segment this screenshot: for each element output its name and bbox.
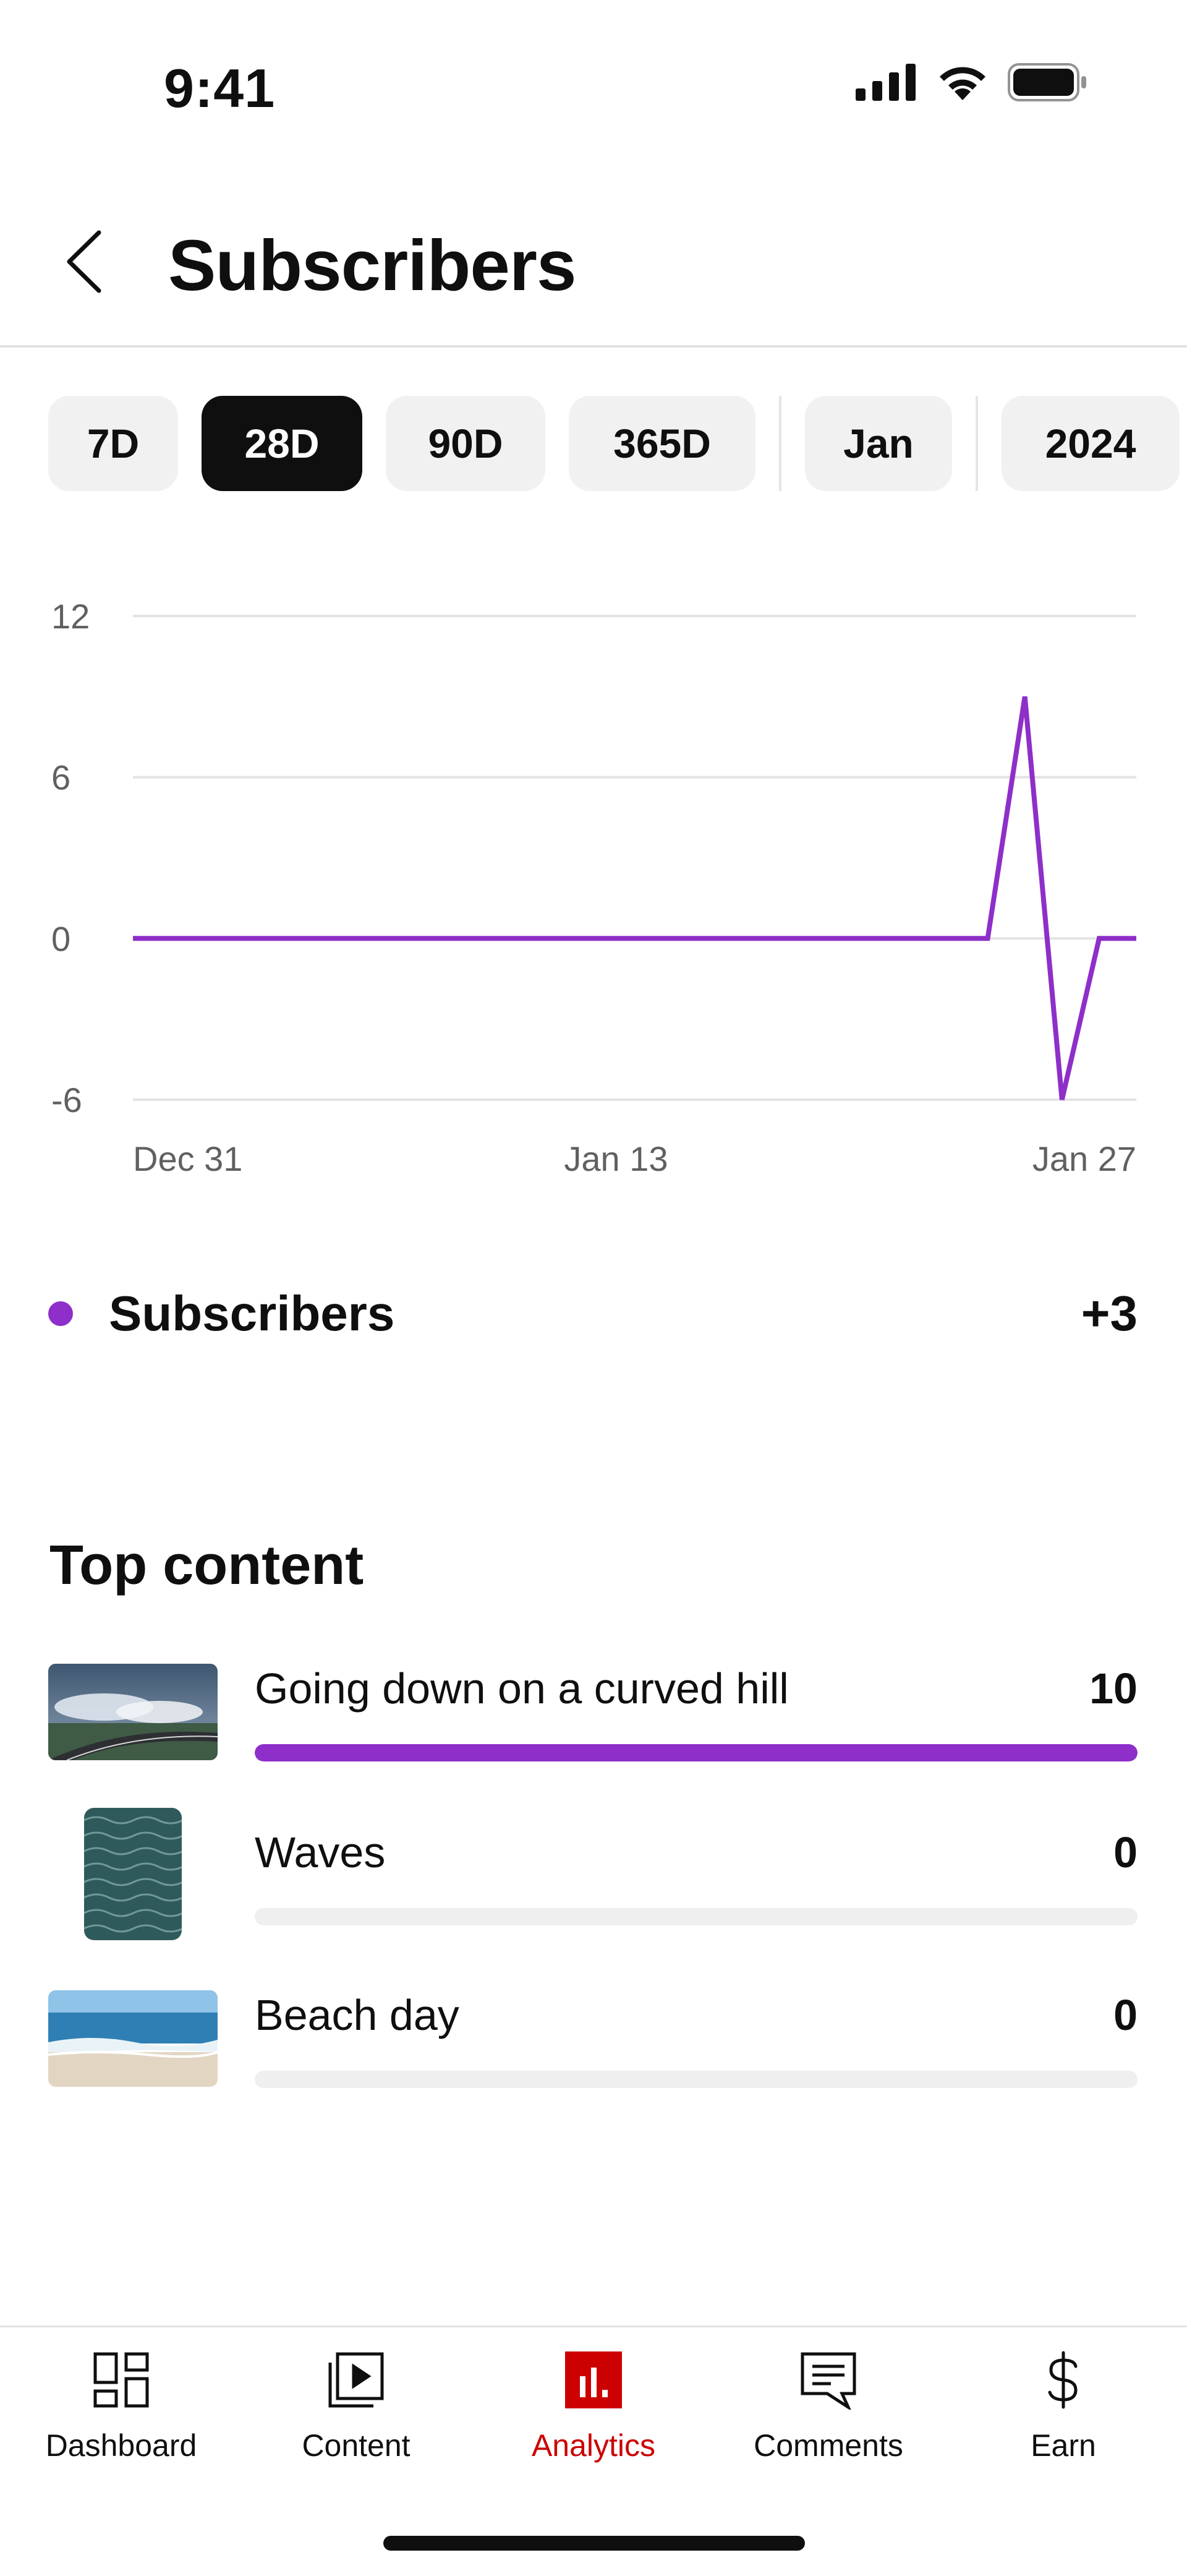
y-tick-label: 6 xyxy=(51,758,70,797)
chip-jan[interactable]: Jan xyxy=(805,396,952,491)
y-tick-label: 0 xyxy=(51,919,70,958)
video-thumbnail-beach xyxy=(48,1990,218,2087)
content-item[interactable]: Waves 0 xyxy=(48,1808,1138,1970)
content-icon xyxy=(322,2346,390,2414)
nav-item-dashboard[interactable]: Dashboard xyxy=(4,2346,239,2470)
content-item-value: 0 xyxy=(1113,1828,1138,1876)
nav-item-comments[interactable]: Comments xyxy=(711,2346,946,2470)
top-content-title: Top content xyxy=(49,1534,364,1596)
page-title: Subscribers xyxy=(168,225,577,306)
wifi-icon xyxy=(936,63,989,105)
status-bar: 9:41 xyxy=(0,0,1187,155)
content-item-bar-fill xyxy=(255,1744,1138,1761)
y-tick-label: 12 xyxy=(51,597,90,636)
content-item[interactable]: Beach day 0 xyxy=(48,1990,1138,2133)
dashboard-icon xyxy=(87,2346,155,2414)
chart-legend: Subscribers +3 xyxy=(48,1279,1138,1347)
content-item-value: 0 xyxy=(1113,1991,1138,2039)
content-item-bar xyxy=(255,2071,1138,2088)
legend-dot xyxy=(48,1301,73,1326)
content-item-title: Going down on a curved hill xyxy=(255,1664,789,1713)
cellular-signal-icon xyxy=(856,64,917,104)
page-header: Subscribers xyxy=(0,186,1187,346)
analytics-icon xyxy=(559,2346,628,2414)
content-item-bar xyxy=(255,1744,1138,1761)
period-chips: 7D 28D 90D 365D Jan 2024 xyxy=(48,396,1180,491)
nav-item-content[interactable]: Content xyxy=(239,2346,474,2470)
header-divider xyxy=(0,345,1187,348)
chip-divider xyxy=(779,396,781,491)
video-thumbnail-waves xyxy=(84,1808,182,1940)
subscribers-series-line xyxy=(133,696,1136,1100)
x-tick-label: Dec 31 xyxy=(133,1139,242,1178)
chip-2024[interactable]: 2024 xyxy=(1002,396,1180,491)
content-item-title: Waves xyxy=(255,1828,386,1876)
status-icons xyxy=(856,63,1088,105)
y-tick-label: -6 xyxy=(51,1080,82,1119)
x-tick-label: Jan 27 xyxy=(1032,1139,1136,1178)
legend-value: +3 xyxy=(1081,1286,1138,1341)
back-button[interactable] xyxy=(49,223,117,303)
content-item[interactable]: Going down on a curved hill 10 xyxy=(48,1664,1138,1806)
video-thumbnail-road-hill xyxy=(48,1664,218,1760)
content-item-title: Beach day xyxy=(255,1991,459,2039)
content-item-value: 10 xyxy=(1089,1664,1138,1713)
battery-icon xyxy=(1008,63,1088,105)
nav-item-earn[interactable]: Earn xyxy=(946,2346,1181,2470)
content-item-bar xyxy=(255,1908,1138,1925)
nav-label: Earn xyxy=(1031,2428,1096,2463)
legend-label: Subscribers xyxy=(109,1286,395,1341)
chevron-left-icon xyxy=(62,228,105,299)
chip-divider xyxy=(976,396,978,491)
chip-7d[interactable]: 7D xyxy=(48,396,178,491)
nav-item-analytics[interactable]: Analytics xyxy=(476,2346,711,2470)
chip-28d[interactable]: 28D xyxy=(202,396,362,491)
nav-label: Analytics xyxy=(531,2428,656,2463)
chip-365d[interactable]: 365D xyxy=(569,396,755,491)
nav-label: Content xyxy=(302,2428,411,2463)
chip-90d[interactable]: 90D xyxy=(386,396,545,491)
earn-icon xyxy=(1029,2346,1097,2414)
nav-label: Dashboard xyxy=(45,2428,197,2463)
subscribers-chart: 12 6 0 -6 Dec 31 Jan 13 Jan 27 xyxy=(51,597,1136,1178)
status-time: 9:41 xyxy=(164,58,276,119)
comments-icon xyxy=(794,2346,862,2414)
home-indicator xyxy=(383,2536,805,2551)
x-tick-label: Jan 13 xyxy=(564,1139,668,1178)
nav-label: Comments xyxy=(754,2428,903,2463)
